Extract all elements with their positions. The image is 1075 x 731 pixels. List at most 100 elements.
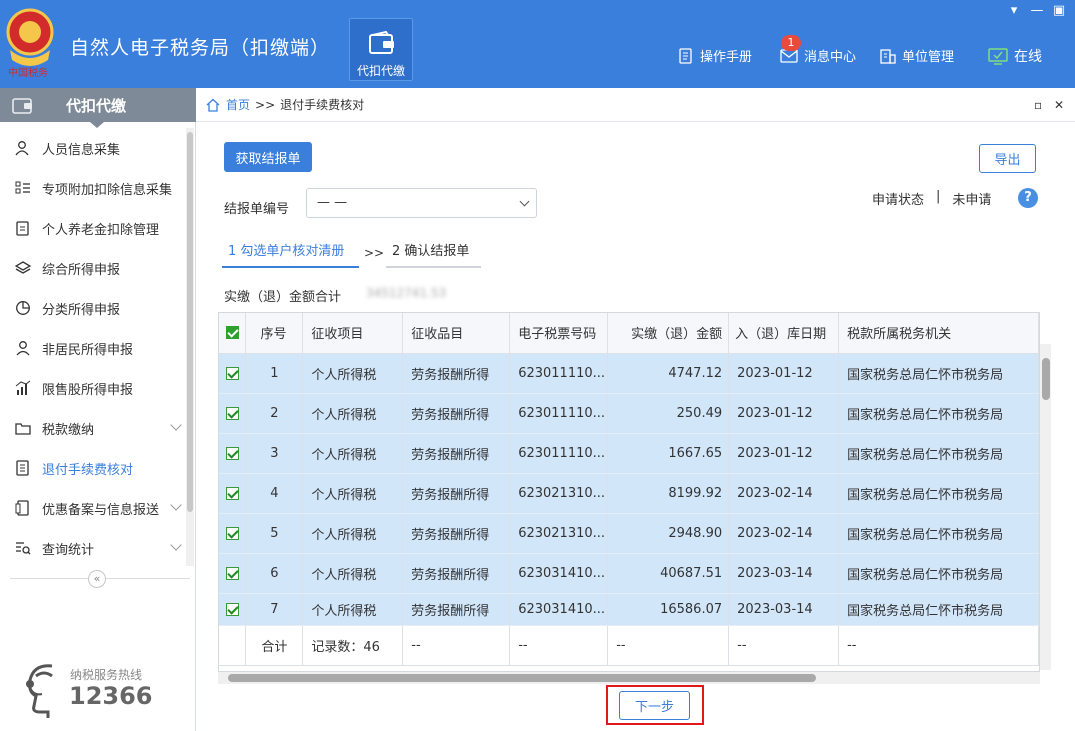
step-tab-1[interactable]: 1 勾选单户核对清册 xyxy=(222,240,359,268)
cell-amount: 40687.51 xyxy=(607,553,730,594)
col-header-office: 税款所属税务机关 xyxy=(838,313,1039,354)
cell-no: 2 xyxy=(245,393,304,434)
maximize-icon[interactable]: ▣ xyxy=(1051,3,1067,18)
sidebar-item-label: 分类所得申报 xyxy=(42,302,121,318)
sidebar-title: 代扣代缴 xyxy=(66,97,127,115)
cell-date: 2023-03-14 xyxy=(728,553,840,594)
help-icon[interactable]: ? xyxy=(1018,188,1038,208)
cell-office: 国家税务总局仁怀市税务局 xyxy=(838,553,1039,594)
svg-text:中国税务: 中国税务 xyxy=(8,66,48,79)
row-checkbox[interactable] xyxy=(219,473,247,514)
cell-no: 7 xyxy=(245,593,304,626)
report-number-label: 结报单编号 xyxy=(224,202,290,217)
sidebar-item-nonresident-income[interactable]: 非居民所得申报 xyxy=(0,328,186,368)
breadcrumb-home[interactable]: 首页 xyxy=(226,96,250,113)
table-row[interactable]: 1 个人所得税 劳务报酬所得 623011110... 4747.12 2023… xyxy=(219,353,1039,394)
cell-ticket: 623011110... xyxy=(509,393,609,434)
table-row[interactable]: 3 个人所得税 劳务报酬所得 623011110... 1667.65 2023… xyxy=(219,433,1039,474)
table-row[interactable]: 7 个人所得税 劳务报酬所得 623031410... 16586.07 202… xyxy=(219,593,1039,626)
headset-icon xyxy=(26,664,53,718)
sidebar-item-classified-income[interactable]: 分类所得申报 xyxy=(0,288,186,328)
cell-category: 劳务报酬所得 xyxy=(402,473,511,514)
cell-item: 个人所得税 xyxy=(302,433,404,474)
row-checkbox[interactable] xyxy=(219,353,247,394)
chevron-down-icon xyxy=(519,196,530,207)
sidebar-item-fee-refund-check[interactable]: 退付手续费核对 xyxy=(0,448,186,488)
sidebar-item-label: 退付手续费核对 xyxy=(42,462,134,478)
cell-no: 6 xyxy=(245,553,304,594)
hotline-label: 纳税服务热线 xyxy=(70,668,143,682)
status-label: 申请状态 xyxy=(872,193,925,208)
data-table: 序号 征收项目 征收品目 电子税票号码 实缴（退）金额 入（退）库日期 税款所属… xyxy=(218,312,1040,672)
table-row[interactable]: 4 个人所得税 劳务报酬所得 623021310... 8199.92 2023… xyxy=(219,473,1039,514)
sidebar-item-label: 个人养老金扣除管理 xyxy=(42,222,160,238)
summary-records: 记录数：46 xyxy=(302,625,404,666)
home-icon[interactable] xyxy=(206,98,220,112)
select-all-checkbox[interactable] xyxy=(219,313,247,354)
col-header-date: 入（退）库日期 xyxy=(728,313,840,354)
cell-category: 劳务报酬所得 xyxy=(402,513,511,554)
building-icon xyxy=(880,48,896,64)
cell-item: 个人所得税 xyxy=(302,513,404,554)
sidebar-item-preferential-filing[interactable]: 优惠备案与信息报送 xyxy=(0,488,186,528)
row-checkbox[interactable] xyxy=(219,593,247,626)
nav-manual[interactable]: 操作手册 xyxy=(678,46,752,65)
restore-tab-icon[interactable]: ▫ xyxy=(1034,98,1042,112)
user-icon xyxy=(14,339,32,357)
summary-blank xyxy=(219,625,247,666)
cell-category: 劳务报酬所得 xyxy=(402,353,511,394)
cell-office: 国家税务总局仁怀市税务局 xyxy=(838,593,1039,626)
sidebar-item-tax-payment[interactable]: 税款缴纳 xyxy=(0,408,186,448)
nav-unit-management[interactable]: 单位管理 xyxy=(879,46,954,65)
export-button[interactable]: 导出 xyxy=(979,144,1036,173)
table-row[interactable]: 2 个人所得税 劳务报酬所得 623011110... 250.49 2023-… xyxy=(219,393,1039,434)
document-icon xyxy=(679,47,692,64)
row-checkbox[interactable] xyxy=(219,433,247,474)
module-tile-label: 代扣代缴 xyxy=(356,64,405,78)
sidebar-item-personnel[interactable]: 人员信息采集 xyxy=(0,128,186,168)
table-horizontal-scrollbar-thumb[interactable] xyxy=(228,674,816,682)
application-status: 申请状态 | 未申请 xyxy=(872,189,991,208)
table-vertical-scrollbar-thumb[interactable] xyxy=(1042,358,1050,400)
main-content: 首页 >> 退付手续费核对 ▫ ✕ 获取结报单 导出 结报单编号 — — 申请状… xyxy=(196,88,1075,731)
app-header: 中国税务 自然人电子税务局（扣缴端） 代扣代缴 ▾ — ▣ 操作手册 消息中心 … xyxy=(0,0,1075,88)
sidebar-item-restricted-shares[interactable]: 限售股所得申报 xyxy=(0,368,186,408)
sidebar-item-label: 非居民所得申报 xyxy=(42,342,134,358)
layers-icon xyxy=(14,259,32,277)
sidebar-item-comprehensive-income[interactable]: 综合所得申报 xyxy=(0,248,186,288)
sidebar-item-query-stats[interactable]: 查询统计 xyxy=(0,528,186,568)
col-header-amount: 实缴（退）金额 xyxy=(607,313,730,354)
breadcrumb-current: 退付手续费核对 xyxy=(280,98,365,112)
row-checkbox[interactable] xyxy=(219,393,247,434)
next-step-button[interactable]: 下一步 xyxy=(619,691,690,720)
module-tile-withholding[interactable]: 代扣代缴 xyxy=(349,18,413,81)
cell-amount: 16586.07 xyxy=(607,593,730,626)
sidebar-scrollbar-thumb[interactable] xyxy=(187,132,193,512)
close-tab-icon[interactable]: ✕ xyxy=(1054,98,1064,112)
collapse-sidebar-button[interactable]: « xyxy=(88,570,106,588)
sidebar-item-pension[interactable]: 个人养老金扣除管理 xyxy=(0,208,186,248)
cell-ticket: 623011110... xyxy=(509,353,609,394)
cell-ticket: 623031410... xyxy=(509,593,609,626)
nav-unit-management-label: 单位管理 xyxy=(902,50,955,65)
cell-amount: 2948.90 xyxy=(607,513,730,554)
row-checkbox[interactable] xyxy=(219,513,247,554)
checkbox-icon xyxy=(225,566,239,580)
table-row[interactable]: 6 个人所得税 劳务报酬所得 623031410... 40687.51 202… xyxy=(219,553,1039,594)
nav-online[interactable]: 在线 xyxy=(988,46,1042,66)
row-checkbox[interactable] xyxy=(219,553,247,594)
minimize-icon[interactable]: — xyxy=(1029,3,1045,18)
breadcrumb-separator: >> xyxy=(255,97,276,112)
list-icon xyxy=(14,179,32,197)
table-row[interactable]: 5 个人所得税 劳务报酬所得 623021310... 2948.90 2023… xyxy=(219,513,1039,554)
sidebar-item-label: 查询统计 xyxy=(42,542,95,558)
cell-date: 2023-02-14 xyxy=(728,473,840,514)
fetch-report-button[interactable]: 获取结报单 xyxy=(224,142,312,172)
step-tab-2[interactable]: 2 确认结报单 xyxy=(386,240,481,268)
file-icon xyxy=(14,499,32,517)
hotline-number: 12366 xyxy=(69,682,153,710)
sidebar-item-special-deduction[interactable]: 专项附加扣除信息采集 xyxy=(0,168,186,208)
menu-icon[interactable]: ▾ xyxy=(1006,3,1022,18)
report-number-select[interactable]: — — xyxy=(306,188,537,218)
cell-ticket: 623021310... xyxy=(509,473,609,514)
